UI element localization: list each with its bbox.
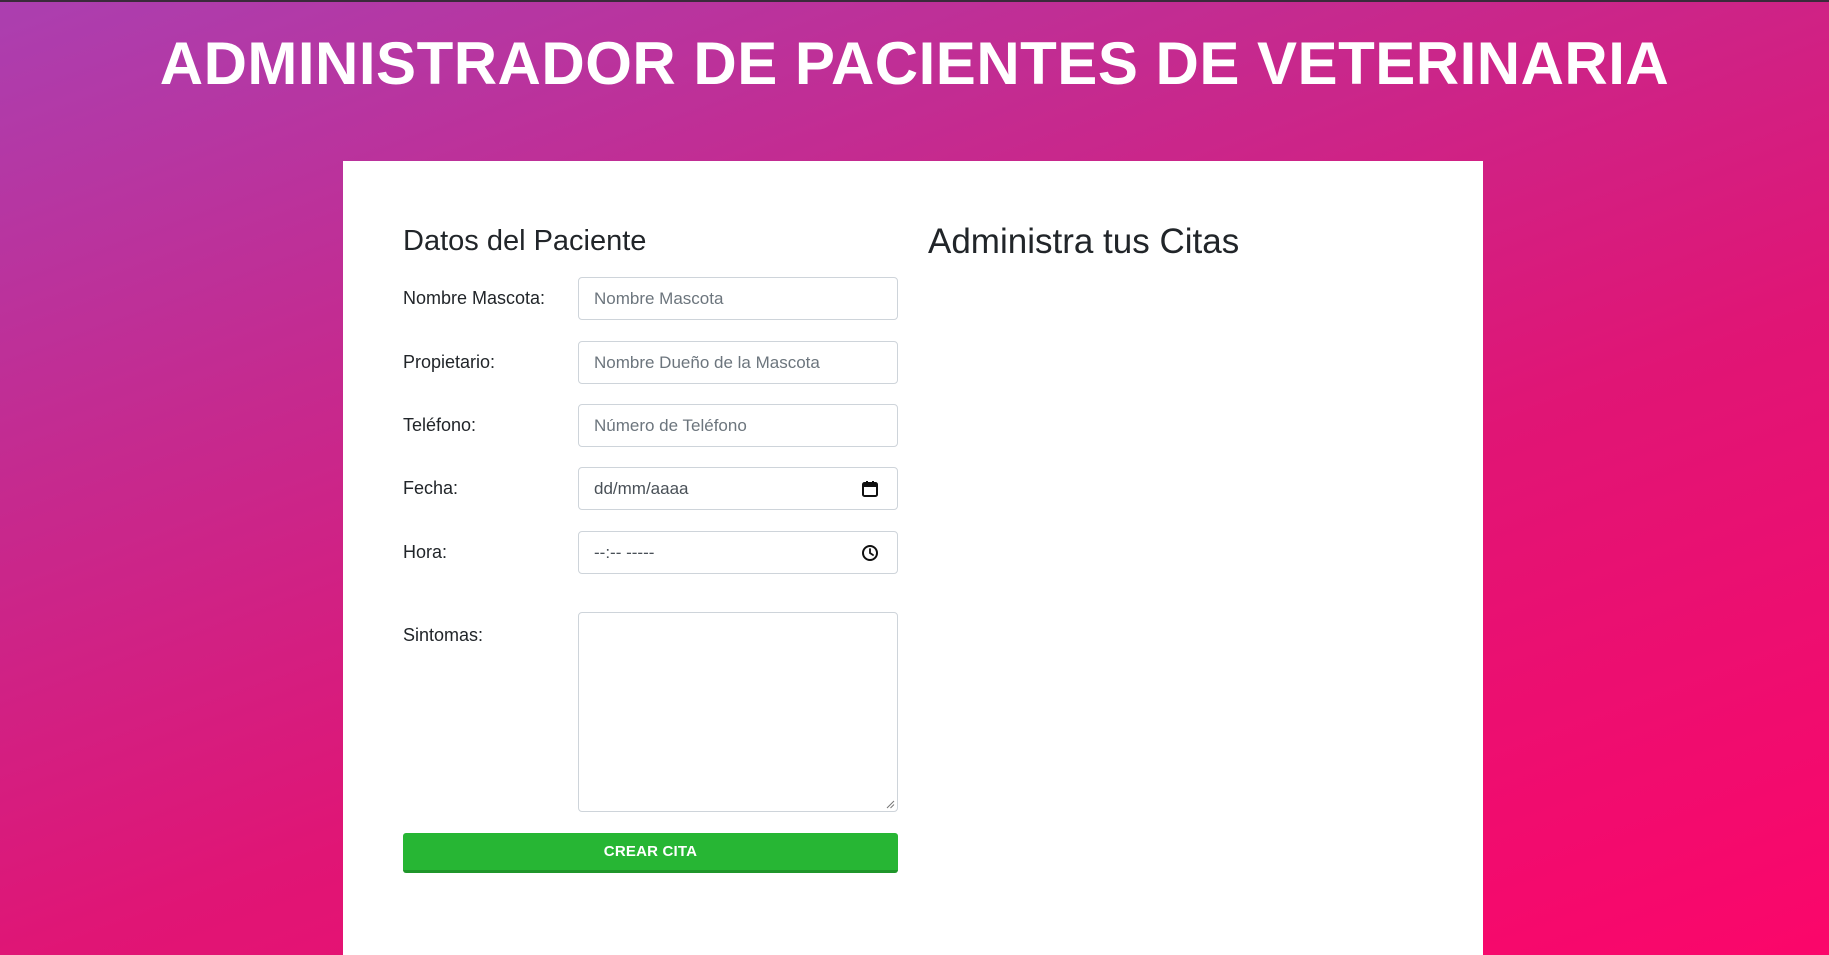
calendar-icon[interactable] bbox=[861, 480, 879, 498]
owner-placeholder: Nombre Dueño de la Mascota bbox=[594, 352, 820, 372]
owner-input[interactable]: Nombre Dueño de la Mascota bbox=[578, 341, 898, 384]
date-value: dd/mm/aaaa bbox=[594, 478, 689, 498]
page-title: ADMINISTRADOR DE PACIENTES DE VETERINARI… bbox=[159, 30, 1670, 97]
clock-icon[interactable] bbox=[861, 544, 879, 562]
create-appointment-button[interactable]: CREAR CITA bbox=[403, 833, 898, 873]
top-border-line bbox=[0, 0, 1829, 2]
form-title: Datos del Paciente bbox=[403, 225, 647, 257]
pet-name-label: Nombre Mascota: bbox=[403, 288, 546, 308]
symptoms-label: Sintomas: bbox=[403, 625, 484, 645]
phone-label: Teléfono: bbox=[403, 415, 477, 435]
pet-name-placeholder: Nombre Mascota bbox=[594, 288, 724, 308]
date-input[interactable]: dd/mm/aaaa bbox=[578, 467, 898, 510]
time-input[interactable]: --:-- ----- bbox=[578, 531, 898, 574]
pet-name-input[interactable]: Nombre Mascota bbox=[578, 277, 898, 320]
time-label: Hora: bbox=[403, 542, 448, 562]
phone-input[interactable]: Número de Teléfono bbox=[578, 404, 898, 447]
symptoms-textarea[interactable] bbox=[578, 612, 898, 812]
date-label: Fecha: bbox=[403, 478, 459, 498]
main-card: Datos del Paciente Nombre Mascota: Nombr… bbox=[343, 161, 1483, 955]
owner-label: Propietario: bbox=[403, 352, 496, 372]
resize-grip-icon[interactable] bbox=[886, 800, 895, 809]
time-value: --:-- ----- bbox=[594, 542, 655, 562]
appointments-title: Administra tus Citas bbox=[928, 222, 1240, 261]
phone-placeholder: Número de Teléfono bbox=[594, 415, 747, 435]
